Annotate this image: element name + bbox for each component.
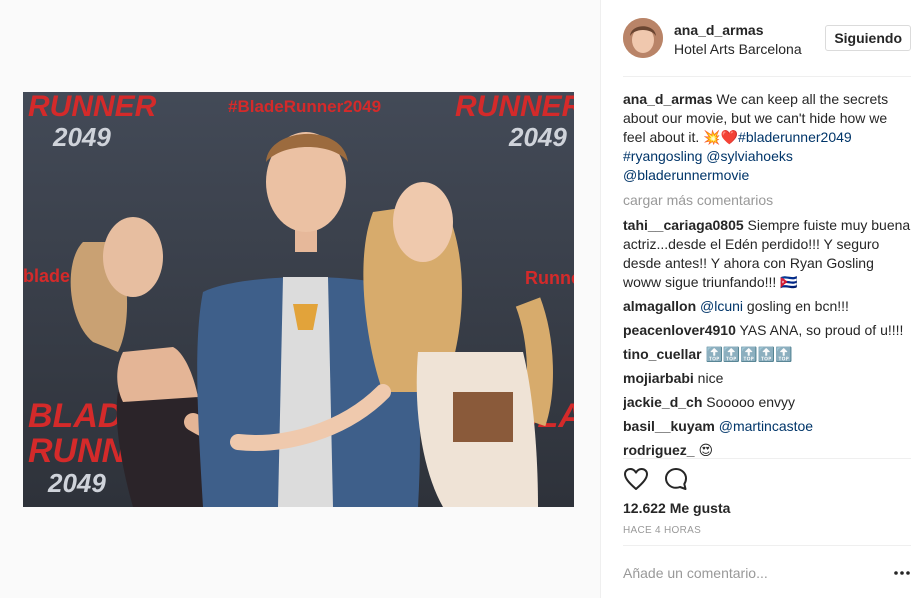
comment-username[interactable]: mojiarbabi [623,370,694,386]
caption-tag[interactable]: @bladerunnermovie [623,167,749,183]
avatar[interactable] [623,18,663,58]
caption: ana_d_armas We can keep all the secrets … [623,90,911,185]
post-sidebar: ana_d_armas Hotel Arts Barcelona Siguien… [600,0,919,598]
comment-text: 🔝🔝🔝🔝🔝 [701,346,793,362]
comment-username[interactable]: tino_cuellar [623,346,702,362]
add-comment-input[interactable] [623,560,873,586]
comment-username[interactable]: peacenlover4910 [623,322,736,338]
comment-item: jackie_d_ch Sooooo envyy [623,393,911,412]
comment-item: peacenlover4910 YAS ANA, so proud of u!!… [623,321,911,340]
backdrop-year-left: 2049 [52,122,111,152]
backdrop-blade-side: blade [23,266,70,286]
comment-username[interactable]: tahi__cariaga0805 [623,217,744,233]
comment-username[interactable]: basil__kuyam [623,418,715,434]
caption-tag[interactable]: #ryangosling [623,148,702,164]
comment-icon[interactable] [663,466,689,492]
backdrop-hashtag: #BladeRunner2049 [228,97,381,116]
action-bar [623,466,743,494]
comment-mention[interactable]: @martincastoe [719,418,813,434]
comment-item: tahi__cariaga0805 Siempre fuiste muy bue… [623,216,911,292]
post-time[interactable]: HACE 4 HORAS [623,525,701,536]
comment-item: basil__kuyam @martincastoe [623,417,911,436]
comment-box-divider [623,545,911,546]
more-options-icon[interactable] [893,564,911,582]
backdrop-year-right: 2049 [508,122,567,152]
comment-username[interactable]: almagallon [623,298,696,314]
backdrop-year-bottom: 2049 [47,468,106,498]
caption-tag[interactable]: #bladerunner2049 [738,129,852,145]
post-header: ana_d_armas Hotel Arts Barcelona Siguien… [623,18,911,62]
header-divider [623,76,911,77]
load-more-comments[interactable]: cargar más comentarios [623,191,911,210]
comment-username[interactable]: rodriguez_ [623,442,695,458]
backdrop-runner-right: RUNNER [455,92,574,123]
comments-list[interactable]: ana_d_armas We can keep all the secrets … [623,90,911,458]
caption-tag[interactable]: @sylviahoeks [706,148,793,164]
comment-username[interactable]: jackie_d_ch [623,394,702,410]
comment-text: Sooooo envyy [702,394,796,410]
comment-text: 😍 [694,442,714,458]
comment-item: almagallon @lcuni gosling en bcn!!! [623,297,911,316]
caption-username[interactable]: ana_d_armas [623,91,713,107]
likes-count[interactable]: 12.622 Me gusta [623,500,730,516]
comment-item: tino_cuellar 🔝🔝🔝🔝🔝 [623,345,911,364]
actions-divider [623,458,911,459]
post-photo[interactable]: RUNNER 2049 #BladeRunner2049 RUNNER 2049… [23,92,574,507]
media-pane: RUNNER 2049 #BladeRunner2049 RUNNER 2049… [0,0,600,598]
comment-item: mojiarbabi nice [623,369,911,388]
heart-icon[interactable] [623,466,649,492]
post-location[interactable]: Hotel Arts Barcelona [674,41,802,57]
photo-illustration: RUNNER 2049 #BladeRunner2049 RUNNER 2049… [23,92,574,507]
comment-text: gosling en bcn!!! [743,298,849,314]
backdrop-runner-side: Runner [525,268,574,288]
comment-text: YAS ANA, so proud of u!!!! [735,322,904,338]
comment-item: rodriguez_ 😍 [623,441,911,458]
backdrop-runner-left: RUNNER [28,92,157,123]
following-button[interactable]: Siguiendo [825,25,911,51]
owner-username[interactable]: ana_d_armas [674,22,764,38]
comment-text: nice [693,370,724,386]
comment-mention[interactable]: @lcuni [700,298,743,314]
